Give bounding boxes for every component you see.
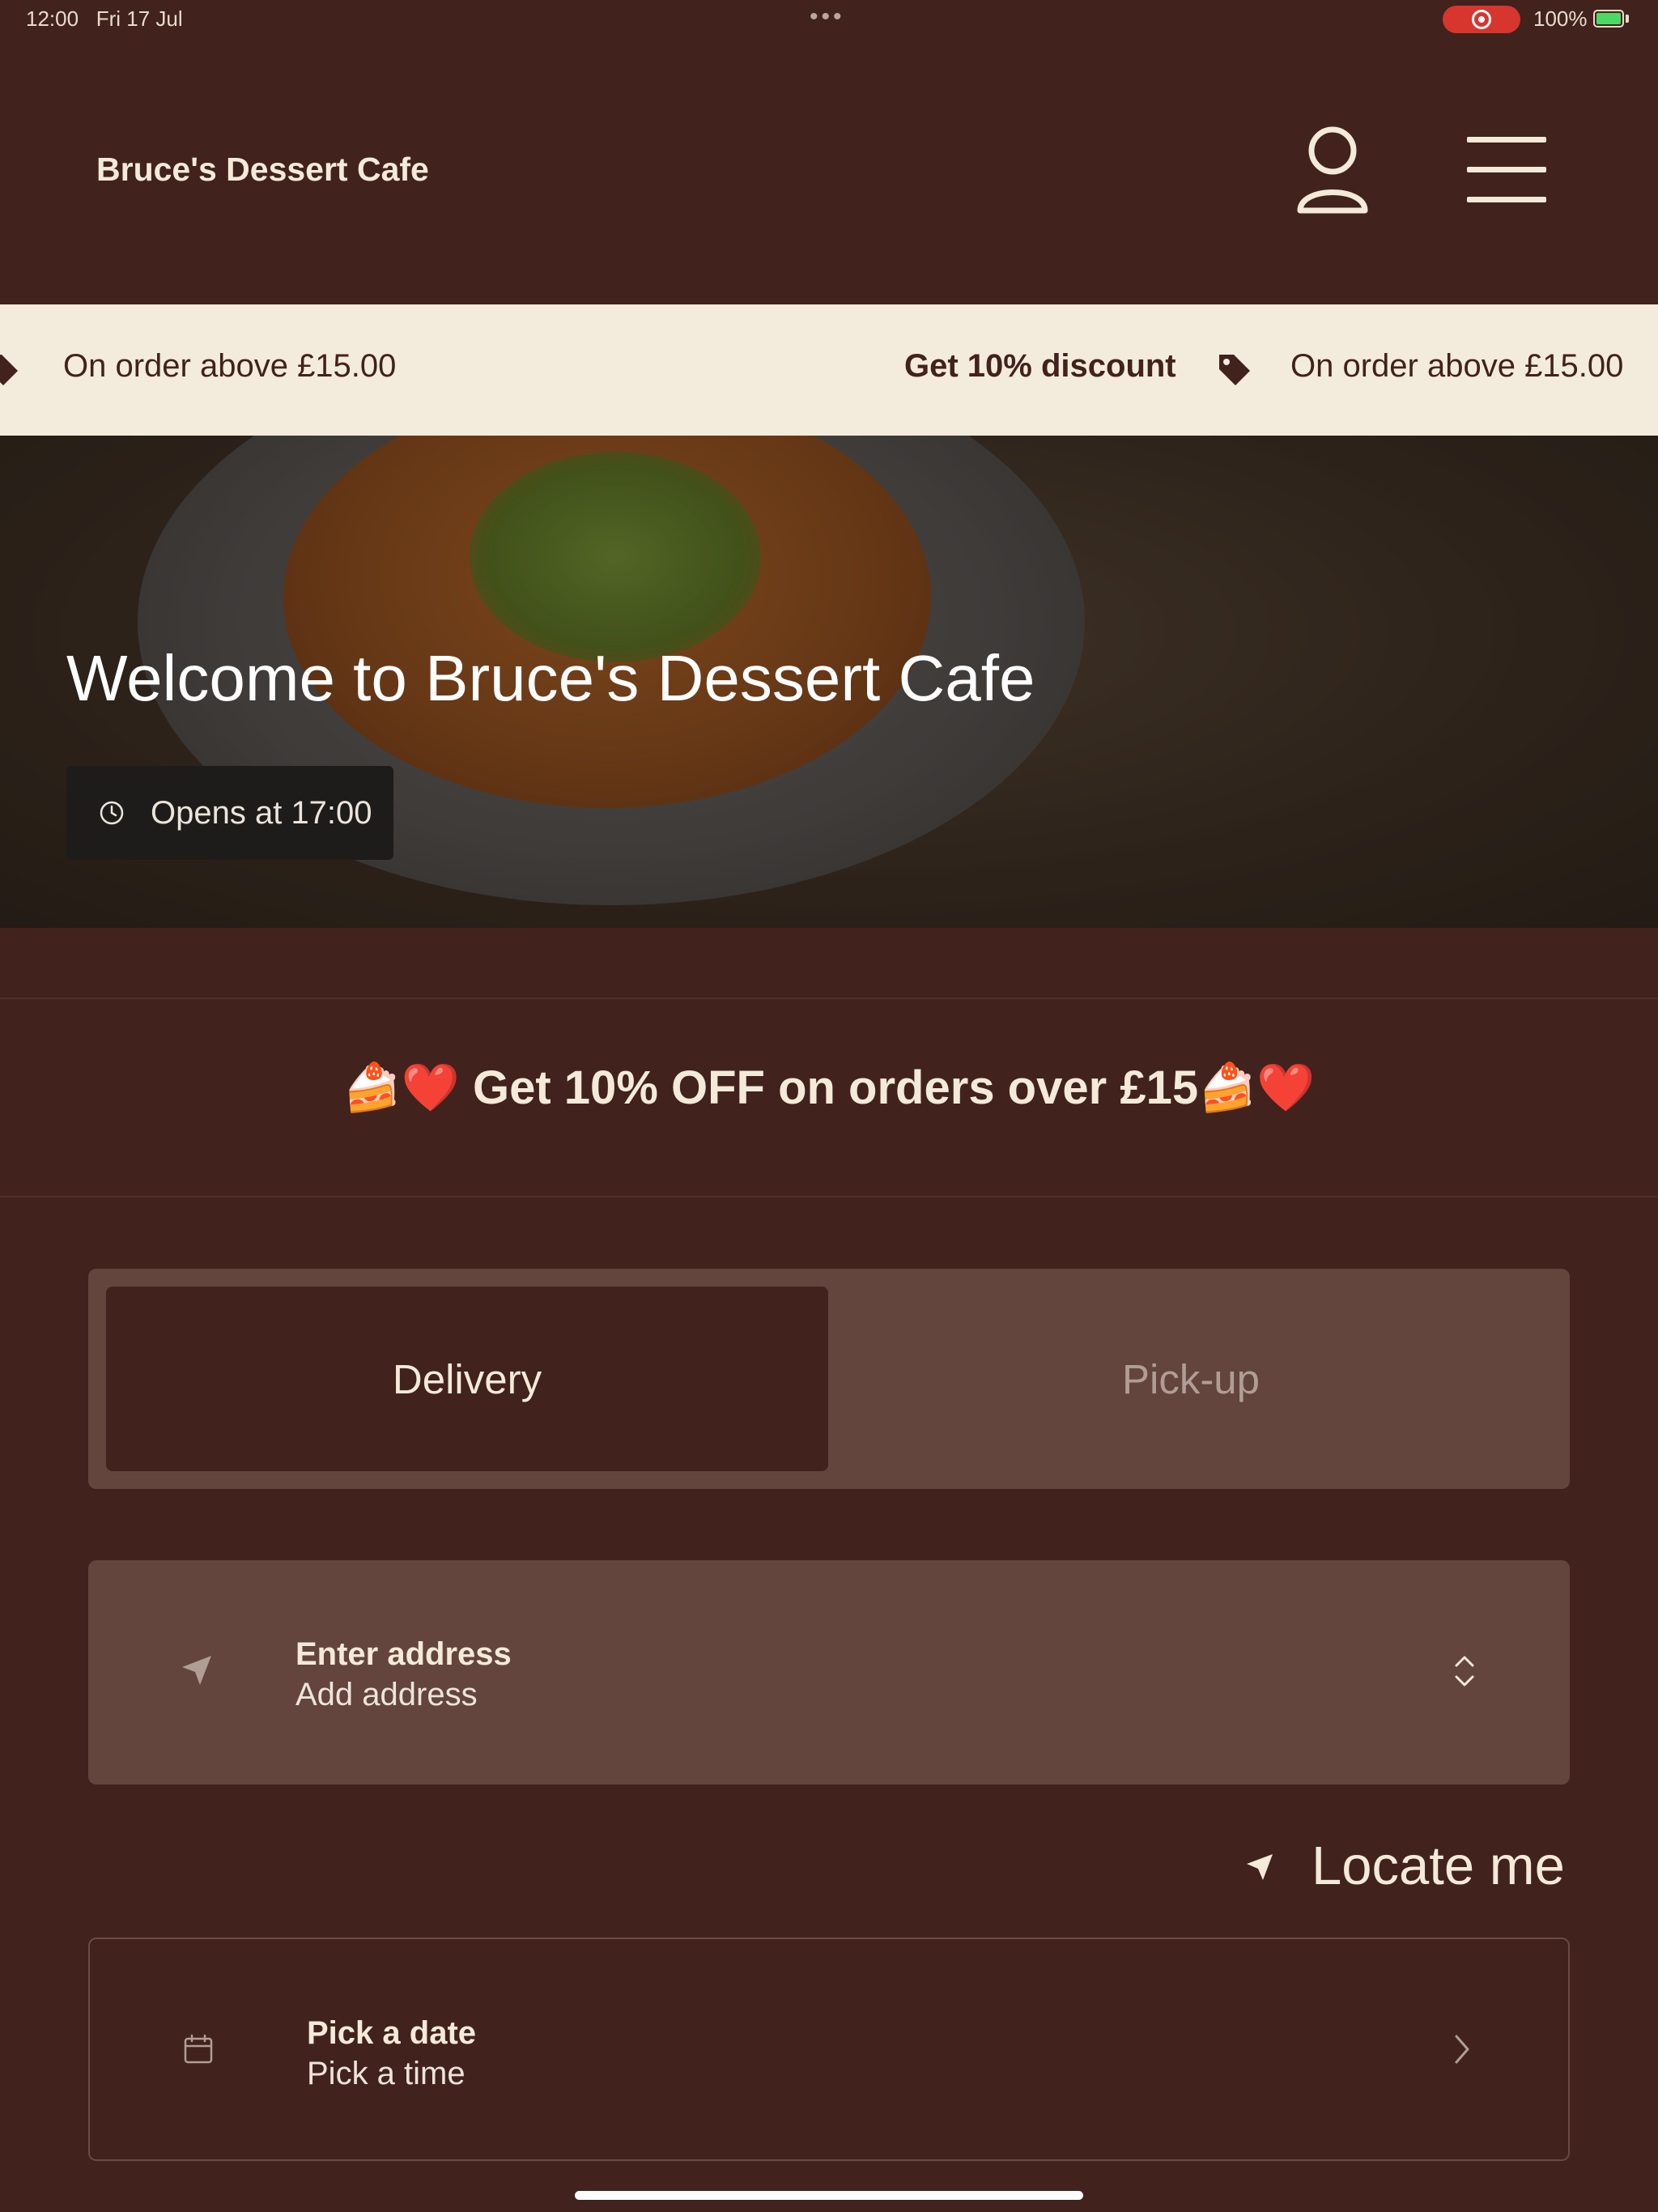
promo-text: On order above £15.00 [63,348,397,384]
address-title: Enter address [295,1636,512,1672]
clock-date: Fri 17 Jul [96,6,183,31]
address-selector[interactable]: Enter address Add address [88,1560,1570,1784]
menu-icon [1467,137,1546,143]
battery-percent: 100% [1533,6,1588,31]
menu-icon-line [1467,197,1546,202]
locate-me-button[interactable]: Locate me [1244,1831,1575,1896]
battery-cap [1626,15,1629,23]
menu-icon-line [1467,167,1546,172]
menu-button[interactable] [1464,134,1553,206]
brand-title[interactable]: Bruce's Dessert Cafe [96,151,429,189]
status-time: 12:00 Fri 17 Jul [26,6,183,32]
clock-icon [100,801,124,825]
pickup-tab[interactable]: Pick-up [830,1287,1552,1471]
tag-icon [1219,355,1250,385]
location-arrow-icon [1247,1854,1273,1880]
record-icon [1472,10,1491,29]
divider [0,1196,1658,1197]
promo-text: Get 10% discount [904,348,1176,384]
time-subtitle: Pick a time [307,2056,466,2091]
order-type-toggle: Delivery Pick-up [88,1269,1570,1489]
date-time-picker[interactable]: Pick a date Pick a time [88,1938,1570,2161]
screen-recording-indicator[interactable] [1443,6,1520,33]
promo-text: On order above £15.00 [1290,348,1624,384]
clock-time: 12:00 [26,6,79,31]
battery-icon [1593,10,1624,28]
status-bar: 12:00 Fri 17 Jul ••• 100% [0,0,1658,39]
tag-icon [0,355,18,385]
address-subtitle: Add address [295,1677,478,1712]
divider [0,998,1658,999]
chevron-right-icon [1455,2035,1469,2064]
date-title: Pick a date [307,2015,477,2051]
locate-me-label: Locate me [1312,1836,1565,1896]
location-arrow-icon [182,1656,211,1685]
multitasking-dots-icon[interactable]: ••• [810,3,845,31]
profile-button[interactable] [1292,121,1373,219]
delivery-tab[interactable]: Delivery [106,1287,828,1471]
hero-title: Welcome to Bruce's Dessert Cafe [66,642,1035,714]
home-indicator[interactable] [575,2191,1083,2200]
promo-ticker: On order above £15.00 Get 10% discount O… [0,304,1658,436]
hero-banner: Welcome to Bruce's Dessert Cafe Opens at… [0,436,1658,928]
opening-hours-badge: Opens at 17:00 [66,766,393,860]
profile-icon [1297,126,1368,214]
calendar-icon [184,2034,213,2064]
chevron-up-down-icon [1455,1656,1474,1687]
opening-hours-text: Opens at 17:00 [151,795,372,831]
offer-banner: 🍰❤️ Get 10% OFF on orders over £15🍰❤️ [342,1061,1316,1114]
